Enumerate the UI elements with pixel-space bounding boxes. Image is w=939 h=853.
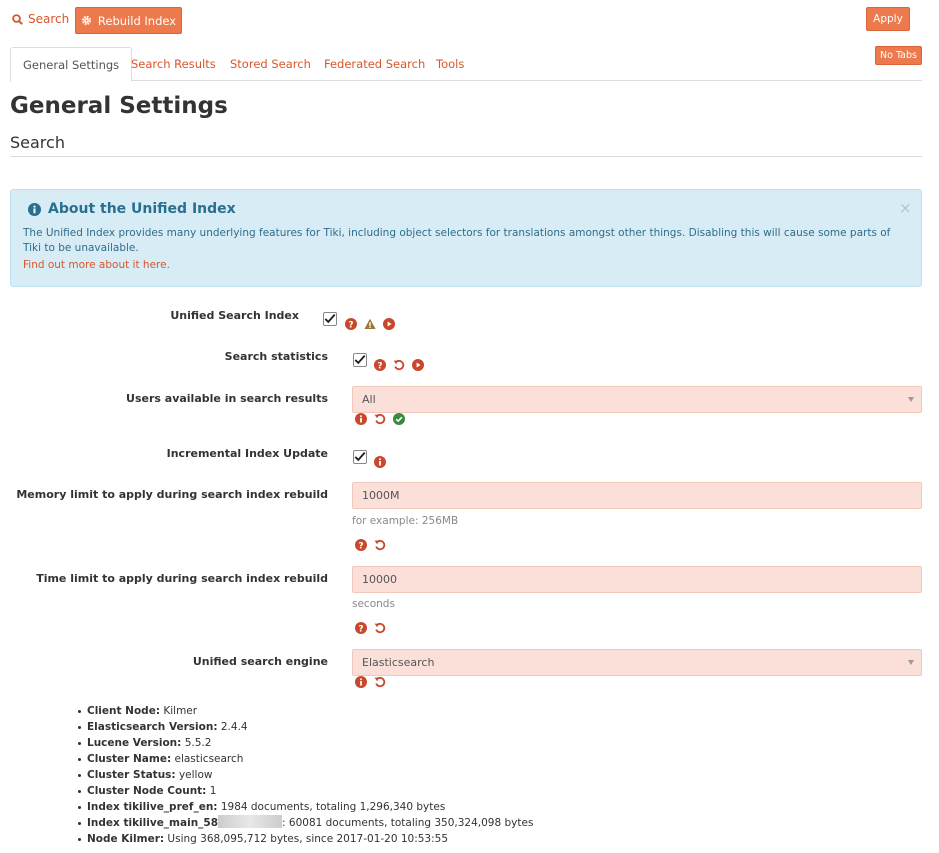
users-available-label: Users available in search results xyxy=(126,392,328,405)
list-item: Index tikilive_pref_en: 1984 documents, … xyxy=(78,799,533,815)
search-engine-label: Unified search engine xyxy=(192,655,328,668)
users-available-value: All xyxy=(362,393,376,406)
stat-key: Lucene Version: xyxy=(87,737,182,749)
users-available-actions xyxy=(355,413,405,425)
time-limit-input[interactable] xyxy=(352,566,922,593)
memory-limit-actions xyxy=(355,539,386,551)
list-item: Cluster Name: elasticsearch xyxy=(78,751,533,767)
list-item: Cluster Status: yellow xyxy=(78,767,533,783)
reset-icon[interactable] xyxy=(393,359,405,371)
search-stats-actions xyxy=(374,359,424,371)
search-link-label: Search xyxy=(28,12,70,26)
engine-stats-list: Client Node: Kilmer Elasticsearch Versio… xyxy=(78,703,533,847)
page-title: General Settings xyxy=(10,93,228,119)
stat-value: 5.5.2 xyxy=(181,737,212,749)
reset-icon[interactable] xyxy=(374,676,386,688)
search-stats-label: Search statistics xyxy=(224,350,328,363)
search-icon xyxy=(12,13,23,25)
tab-federated-search[interactable]: Federated Search xyxy=(324,47,425,81)
search-stats-checkbox[interactable] xyxy=(353,353,367,367)
stat-value: yellow xyxy=(175,769,213,781)
stat-key: Cluster Status: xyxy=(87,769,176,781)
alert-close-icon[interactable]: × xyxy=(899,199,912,217)
list-item: Cluster Node Count: 1 xyxy=(78,783,533,799)
play-icon[interactable] xyxy=(412,359,424,371)
alert-title-text: About the Unified Index xyxy=(48,201,236,217)
search-engine-actions xyxy=(355,676,386,688)
tab-bar: General Settings Search Results Stored S… xyxy=(10,47,922,82)
stat-value: : 60081 documents, totaling 350,324,098 … xyxy=(282,817,534,829)
help-icon[interactable] xyxy=(355,539,367,551)
stat-value: Using 368,095,712 bytes, since 2017-01-2… xyxy=(164,833,449,845)
gear-icon xyxy=(81,15,92,26)
rebuild-index-button[interactable]: Rebuild Index xyxy=(75,7,182,34)
stat-value: elasticsearch xyxy=(171,753,244,765)
reset-icon[interactable] xyxy=(374,622,386,634)
time-limit-label: Time limit to apply during search index … xyxy=(36,572,328,585)
memory-limit-input[interactable] xyxy=(352,482,922,509)
search-engine-select[interactable]: Elasticsearch xyxy=(352,649,922,676)
tab-stored-search[interactable]: Stored Search xyxy=(230,47,311,81)
stat-key: Elasticsearch Version: xyxy=(87,721,218,733)
unified-index-checkbox[interactable] xyxy=(323,312,337,326)
reset-icon[interactable] xyxy=(374,413,386,425)
alert-learn-more-link[interactable]: Find out more about it here. xyxy=(23,259,170,271)
stat-key: Index tikilive_main_58 xyxy=(87,817,219,829)
warning-icon[interactable] xyxy=(364,318,376,330)
stat-key: Node Kilmer: xyxy=(87,833,165,845)
checkmark-icon xyxy=(354,451,366,462)
rebuild-index-label: Rebuild Index xyxy=(97,13,177,28)
tab-search-results[interactable]: Search Results xyxy=(131,47,216,81)
stat-value: Kilmer xyxy=(160,705,198,717)
list-item: Node Kilmer: Using 368,095,712 bytes, si… xyxy=(78,831,533,847)
checkmark-icon xyxy=(354,354,366,365)
info-alert: About the Unified Index The Unified Inde… xyxy=(10,189,922,287)
reset-icon[interactable] xyxy=(374,539,386,551)
alert-title: About the Unified Index xyxy=(28,201,236,217)
unified-index-actions xyxy=(345,318,395,330)
list-item: Elasticsearch Version: 2.4.4 xyxy=(78,719,533,735)
play-icon[interactable] xyxy=(383,318,395,330)
chevron-down-icon xyxy=(908,397,914,402)
list-item: Lucene Version: 5.5.2 xyxy=(78,735,533,751)
apply-button[interactable]: Apply xyxy=(866,7,910,31)
list-item: Index tikilive_main_58 : 60081 documents,… xyxy=(78,815,533,831)
time-limit-actions xyxy=(355,622,386,634)
incremental-update-checkbox[interactable] xyxy=(353,450,367,464)
stat-value: 1 xyxy=(206,785,217,797)
help-icon[interactable] xyxy=(345,318,357,330)
users-available-select[interactable]: All xyxy=(352,386,922,413)
redacted-block xyxy=(218,815,283,828)
tab-general-settings[interactable]: General Settings xyxy=(10,47,133,82)
time-limit-hint: seconds xyxy=(352,598,395,610)
help-icon[interactable] xyxy=(355,622,367,634)
incremental-update-actions xyxy=(374,456,386,468)
stat-key: Cluster Node Count: xyxy=(87,785,207,797)
section-divider xyxy=(10,156,922,157)
info-icon[interactable] xyxy=(355,676,367,688)
checkmark-icon xyxy=(324,313,336,324)
tab-tools[interactable]: Tools xyxy=(436,47,464,81)
memory-limit-hint: for example: 256MB xyxy=(352,515,459,527)
memory-limit-label: Memory limit to apply during search inde… xyxy=(16,488,328,501)
info-icon[interactable] xyxy=(374,456,386,468)
section-title: Search xyxy=(10,133,65,152)
info-icon[interactable] xyxy=(355,413,367,425)
list-item: Client Node: Kilmer xyxy=(78,703,533,719)
alert-body: The Unified Index provides many underlyi… xyxy=(23,227,891,254)
search-link[interactable]: Search xyxy=(12,12,69,26)
stat-key: Client Node: xyxy=(87,705,161,717)
stat-value: 2.4.4 xyxy=(217,721,248,733)
stat-key: Index tikilive_pref_en: xyxy=(87,801,218,813)
help-icon[interactable] xyxy=(374,359,386,371)
stat-key: Cluster Name: xyxy=(87,753,172,765)
incremental-update-label: Incremental Index Update xyxy=(166,447,328,460)
chevron-down-icon xyxy=(908,660,914,665)
search-engine-value: Elasticsearch xyxy=(362,656,435,669)
stat-value: 1984 documents, totaling 1,296,340 bytes xyxy=(217,801,446,813)
check-circle-icon[interactable] xyxy=(393,413,405,425)
info-circle-icon xyxy=(28,202,41,216)
unified-index-label: Unified Search Index xyxy=(170,309,299,322)
